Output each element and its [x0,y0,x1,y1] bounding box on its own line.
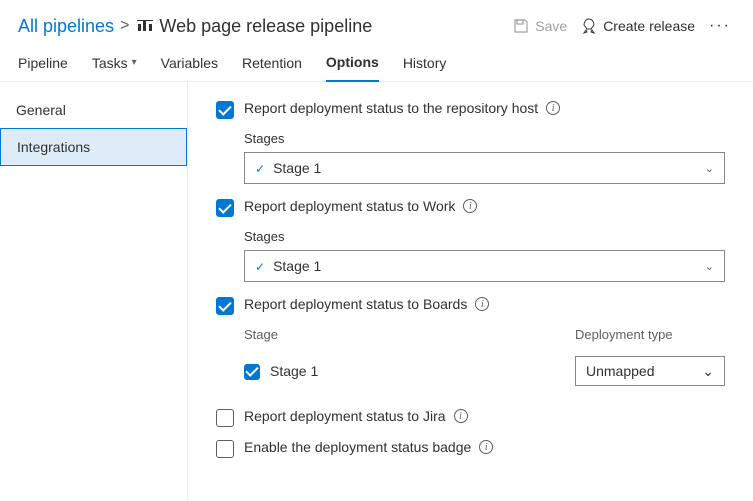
deploy-type-value: Unmapped [586,363,655,379]
label-repo-host: Report deployment status to the reposito… [244,100,538,116]
sidebar-item-integrations[interactable]: Integrations [0,128,187,166]
info-icon[interactable]: i [479,440,493,454]
content-area: Report deployment status to the reposito… [188,82,753,501]
checkbox-boards[interactable] [216,297,234,315]
info-icon[interactable]: i [475,297,489,311]
stages-label-repo-host: Stages [244,131,725,146]
tab-tasks[interactable]: Tasks ▾ [92,54,137,81]
col-deploy-type: Deployment type [575,327,725,342]
info-icon[interactable]: i [454,409,468,423]
tab-variables[interactable]: Variables [161,54,218,81]
tab-options[interactable]: Options [326,54,379,82]
label-badge: Enable the deployment status badge [244,439,471,455]
tab-pipeline[interactable]: Pipeline [18,54,68,81]
boards-stage-value: Stage 1 [270,363,318,379]
stages-value-work: Stage 1 [273,258,321,274]
chevron-down-icon: ▾ [132,57,137,68]
create-release-label: Create release [603,18,695,34]
chevron-down-icon: ⌄ [705,162,714,175]
stages-value-repo-host: Stage 1 [273,160,321,176]
label-boards: Report deployment status to Boards [244,296,467,312]
breadcrumb-root-link[interactable]: All pipelines [18,16,114,37]
create-release-button[interactable]: Create release [577,14,699,38]
rocket-icon [581,18,597,34]
checkmark-icon: ✓ [255,162,265,176]
checkbox-work[interactable] [216,199,234,217]
breadcrumb-separator: > [120,17,129,35]
page-title: Web page release pipeline [159,16,372,37]
label-jira: Report deployment status to Jira [244,408,446,424]
save-button: Save [509,14,571,38]
boards-table-row: Stage 1 Unmapped ⌄ [244,356,725,386]
stages-label-work: Stages [244,229,725,244]
save-label: Save [535,18,567,34]
more-actions-button[interactable]: ··· [705,17,735,35]
tab-tasks-label: Tasks [92,55,128,71]
info-icon[interactable]: i [463,199,477,213]
tab-retention[interactable]: Retention [242,54,302,81]
info-icon[interactable]: i [546,101,560,115]
stages-dropdown-work[interactable]: ✓ Stage 1 ⌄ [244,250,725,282]
checkbox-badge[interactable] [216,440,234,458]
boards-table-header: Stage Deployment type [244,327,725,342]
save-icon [513,18,529,34]
pipeline-icon [137,18,153,34]
sidebar-item-general[interactable]: General [0,92,187,128]
label-work: Report deployment status to Work [244,198,455,214]
checkbox-boards-stage1[interactable] [244,364,260,380]
deploy-type-select[interactable]: Unmapped ⌄ [575,356,725,386]
checkbox-jira[interactable] [216,409,234,427]
chevron-down-icon: ⌄ [702,363,714,380]
tab-history[interactable]: History [403,54,447,81]
header-actions: Save Create release ··· [509,14,735,38]
col-stage: Stage [244,327,575,342]
tab-bar: Pipeline Tasks ▾ Variables Retention Opt… [0,44,753,82]
chevron-down-icon: ⌄ [705,260,714,273]
checkmark-icon: ✓ [255,260,265,274]
sidebar: General Integrations [0,82,188,501]
stages-dropdown-repo-host[interactable]: ✓ Stage 1 ⌄ [244,152,725,184]
page-header: All pipelines > Web page release pipelin… [0,0,753,44]
checkbox-repo-host[interactable] [216,101,234,119]
